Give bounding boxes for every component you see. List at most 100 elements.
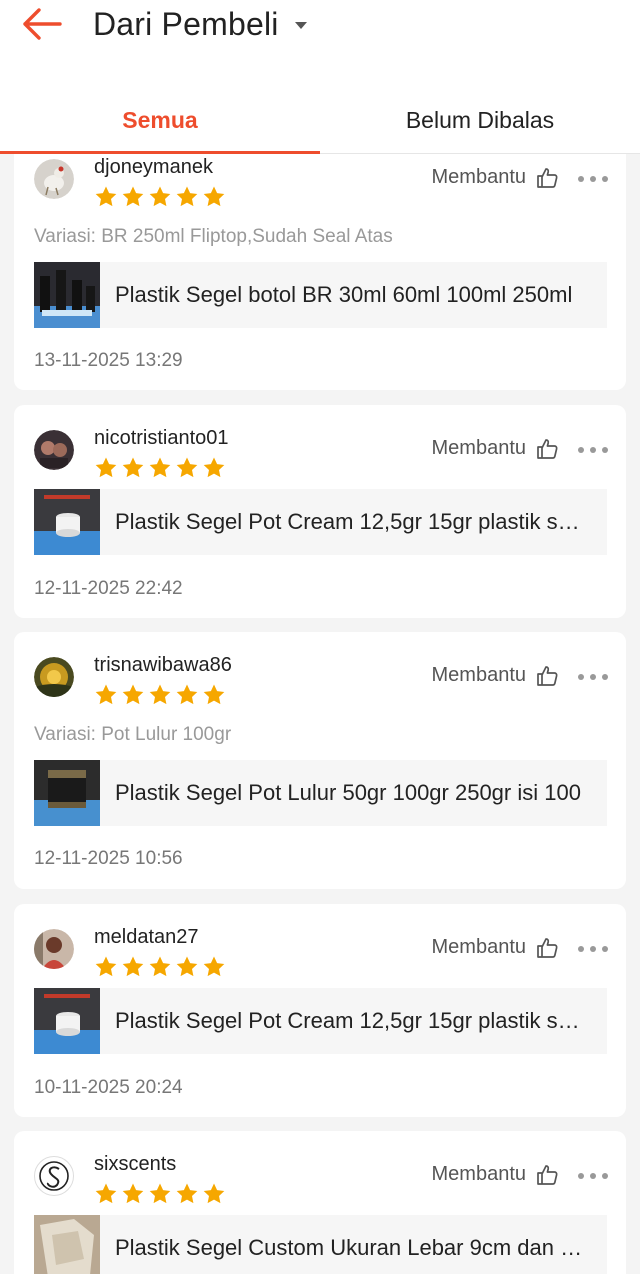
tab-belum-dibalas[interactable]: Belum Dibalas [320, 88, 640, 153]
review-list[interactable]: djoneymanek Membantu Variasi: BR 250ml F… [0, 154, 640, 1274]
review-date: 12-11-2025 10:56 [34, 848, 183, 869]
review-card: trisnawibawa86 Membantu Variasi: Pot Lul… [14, 632, 626, 889]
helpful-button[interactable]: Membantu [432, 936, 559, 959]
avatar-image [34, 159, 74, 199]
product-link[interactable]: Plastik Segel botol BR 30ml 60ml 100ml 2… [34, 262, 607, 328]
star-icon [149, 457, 171, 478]
product-link[interactable]: Plastik Segel Pot Cream 12,5gr 15gr plas… [34, 489, 607, 555]
more-dot [578, 1173, 584, 1179]
star-icon [122, 956, 144, 977]
star-icon [95, 186, 117, 207]
rating-stars [94, 1182, 226, 1206]
star-icon [95, 684, 117, 705]
review-source-dropdown[interactable]: Dari Pembeli [93, 0, 307, 48]
back-button[interactable] [18, 4, 64, 44]
product-link[interactable]: Plastik Segel Pot Cream 12,5gr 15gr plas… [34, 988, 607, 1054]
variation-text: Variasi: Pot Lulur 100gr [34, 724, 232, 745]
star-icon [149, 956, 171, 977]
tab-label: Belum Dibalas [405, 107, 555, 133]
review-card: meldatan27 Membantu Plastik Segel Pot Cr… [14, 904, 626, 1117]
reviewer-username: sixscents [94, 1153, 177, 1175]
avatar-image [34, 430, 74, 470]
thumbs-up-icon [537, 665, 558, 686]
more-options-button[interactable] [578, 440, 608, 460]
product-image [34, 760, 100, 826]
thumbs-up-icon [537, 167, 558, 188]
star-icon [149, 1183, 171, 1204]
product-thumbnail [34, 489, 100, 555]
more-options-button[interactable] [578, 169, 608, 189]
helpful-label: Membantu [431, 166, 527, 188]
helpful-button[interactable]: Membantu [432, 1163, 559, 1186]
star-icon [95, 1183, 117, 1204]
tab-label: Semua [122, 107, 198, 133]
helpful-label: Membantu [431, 664, 527, 686]
review-date: 10-11-2025 20:24 [34, 1077, 183, 1098]
star-icon [122, 186, 144, 207]
more-options-button[interactable] [578, 667, 608, 687]
product-thumbnail [34, 760, 100, 826]
product-name: Plastik Segel Pot Cream 12,5gr 15gr plas… [115, 1008, 585, 1033]
star-icon [176, 684, 198, 705]
product-name: Plastik Segel Pot Cream 12,5gr 15gr plas… [115, 509, 585, 534]
variation-text: Variasi: BR 250ml Fliptop,Sudah Seal Ata… [34, 226, 393, 247]
review-card: djoneymanek Membantu Variasi: BR 250ml F… [14, 154, 626, 390]
star-icon [176, 186, 198, 207]
more-dot [578, 946, 584, 952]
avatar[interactable] [34, 159, 74, 199]
rating-stars [94, 683, 226, 707]
star-icon [95, 956, 117, 977]
avatar[interactable] [34, 430, 74, 470]
avatar[interactable] [34, 1156, 74, 1196]
avatar-image [34, 657, 74, 697]
tab-semua[interactable]: Semua [0, 88, 320, 154]
more-dot [578, 447, 584, 453]
helpful-label: Membantu [431, 437, 527, 459]
tab-bar: Semua Belum Dibalas [0, 88, 640, 154]
app-screen: Dari Pembeli Semua Belum Dibalas djoneym… [0, 0, 640, 1274]
more-dot [602, 946, 608, 952]
rating-stars [94, 456, 226, 480]
top-header: Dari Pembeli Semua Belum Dibalas [0, 0, 640, 154]
product-thumbnail [34, 988, 100, 1054]
product-image [34, 262, 100, 328]
thumbs-up-icon [537, 937, 558, 958]
star-icon [203, 956, 225, 977]
star-icon [149, 186, 171, 207]
product-image [34, 988, 100, 1054]
product-link[interactable]: Plastik Segel Custom Ukuran Lebar 9cm da… [34, 1215, 607, 1274]
more-dot [602, 1173, 608, 1179]
reviewer-username: nicotristianto01 [94, 427, 229, 449]
product-link[interactable]: Plastik Segel Pot Lulur 50gr 100gr 250gr… [34, 760, 607, 826]
rating-stars [94, 955, 226, 979]
page-title: Dari Pembeli [93, 5, 279, 42]
helpful-button[interactable]: Membantu [432, 664, 559, 687]
arrow-left-icon [23, 8, 62, 40]
more-dot [578, 674, 584, 680]
more-options-button[interactable] [578, 939, 608, 959]
star-icon [95, 457, 117, 478]
product-name: Plastik Segel Pot Lulur 50gr 100gr 250gr… [115, 780, 581, 805]
more-dot [590, 176, 596, 182]
product-thumbnail [34, 1215, 100, 1274]
helpful-button[interactable]: Membantu [432, 166, 559, 189]
more-options-button[interactable] [578, 1166, 608, 1186]
caret-down-icon [294, 21, 307, 29]
thumbs-up-icon [537, 438, 558, 459]
helpful-button[interactable]: Membantu [432, 437, 559, 460]
star-icon [203, 186, 225, 207]
more-dot [590, 946, 596, 952]
review-date: 12-11-2025 22:42 [34, 578, 183, 599]
more-dot [578, 176, 584, 182]
star-icon [203, 457, 225, 478]
more-dot [590, 674, 596, 680]
avatar[interactable] [34, 929, 74, 969]
more-dot [602, 447, 608, 453]
more-dot [590, 447, 596, 453]
product-name: Plastik Segel botol BR 30ml 60ml 100ml 2… [115, 282, 573, 307]
star-icon [122, 684, 144, 705]
thumbs-up-icon [537, 1164, 558, 1185]
avatar[interactable] [34, 657, 74, 697]
review-date: 13-11-2025 13:29 [34, 350, 183, 371]
active-tab-indicator [0, 151, 320, 154]
